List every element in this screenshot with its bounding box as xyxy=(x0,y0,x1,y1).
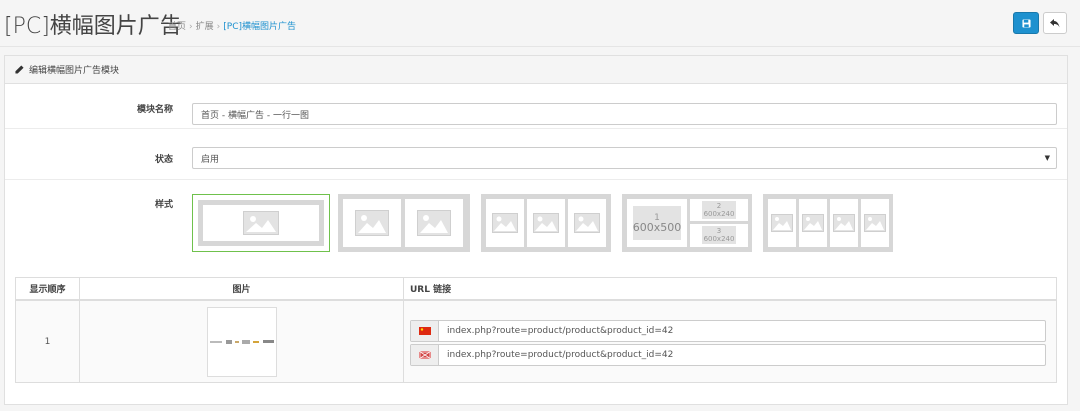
image-placeholder-icon xyxy=(771,214,793,232)
image-placeholder-icon xyxy=(833,214,855,232)
breadcrumb: 首页 › 扩展 › [PC]横幅图片广告 xyxy=(168,22,296,32)
status-select[interactable]: 启用 ▼ xyxy=(192,147,1057,169)
back-button[interactable] xyxy=(1043,12,1067,34)
banner-thumbnail-icon xyxy=(209,339,274,344)
image-placeholder-icon xyxy=(864,214,886,232)
style-option-four-images[interactable] xyxy=(763,194,893,252)
status-label: 状态 xyxy=(154,155,173,165)
page-header: [PC]横幅图片广告 首页 › 扩展 › [PC]横幅图片广告 xyxy=(0,0,1080,46)
th-sort-order: 显示顺序 xyxy=(16,278,80,301)
image-placeholder-icon xyxy=(355,210,389,236)
page-title: [PC]横幅图片广告 xyxy=(4,14,182,39)
row-url-cell: index.php?route=product/product&product_… xyxy=(404,301,1056,382)
image-placeholder-icon xyxy=(533,213,559,233)
breadcrumb-extension[interactable]: 扩展 xyxy=(196,22,214,32)
style-option-three-images[interactable] xyxy=(481,194,611,252)
image-placeholder-icon xyxy=(574,213,600,233)
row-image-cell xyxy=(80,301,404,382)
panel-title: 编辑横幅图片广告模块 xyxy=(29,66,120,76)
name-label: 模块名称 xyxy=(136,105,173,115)
header-divider xyxy=(0,46,1080,47)
image-placeholder-icon xyxy=(492,213,518,233)
panel-heading: 编辑横幅图片广告模块 xyxy=(5,56,1067,84)
th-image: 图片 xyxy=(80,278,404,301)
save-button[interactable] xyxy=(1013,12,1039,34)
image-placeholder-icon xyxy=(417,210,451,236)
image-table: 显示顺序 图片 URL 链接 1 index.php?route=product… xyxy=(15,277,1057,383)
caret-down-icon: ▼ xyxy=(1044,154,1050,162)
edit-panel: 编辑横幅图片广告模块 模块名称 首页 - 横幅广告 - 一行一图 状态 启用 ▼… xyxy=(4,55,1068,405)
reply-icon xyxy=(1050,18,1060,27)
image-placeholder-icon xyxy=(802,214,824,232)
form-row-name: 模块名称 首页 - 横幅广告 - 一行一图 xyxy=(5,85,1067,129)
uk-flag-icon xyxy=(418,351,431,359)
image-thumbnail[interactable] xyxy=(206,306,277,377)
status-selected-value: 启用 xyxy=(201,154,220,165)
url-input-english[interactable]: index.php?route=product/product&product_… xyxy=(410,344,1046,366)
image-placeholder-icon xyxy=(243,211,279,235)
save-icon xyxy=(1021,18,1031,28)
style-option-big-two-small[interactable]: 1 600x500 2 600x240 3 600x240 xyxy=(622,194,752,252)
breadcrumb-home[interactable]: 首页 xyxy=(168,22,186,32)
breadcrumb-current[interactable]: [PC]横幅图片广告 xyxy=(223,22,296,32)
style-option-two-images[interactable] xyxy=(338,194,470,252)
module-name-input[interactable]: 首页 - 横幅广告 - 一行一图 xyxy=(192,103,1057,125)
style-label: 样式 xyxy=(154,200,173,210)
th-url: URL 链接 xyxy=(404,278,1056,301)
china-flag-icon xyxy=(418,327,431,335)
pencil-icon xyxy=(15,65,24,74)
url-input-chinese[interactable]: index.php?route=product/product&product_… xyxy=(410,320,1046,342)
style-option-one-image[interactable] xyxy=(192,194,330,252)
form-row-status: 状态 启用 ▼ xyxy=(5,129,1067,180)
row-order: 1 xyxy=(16,301,80,382)
